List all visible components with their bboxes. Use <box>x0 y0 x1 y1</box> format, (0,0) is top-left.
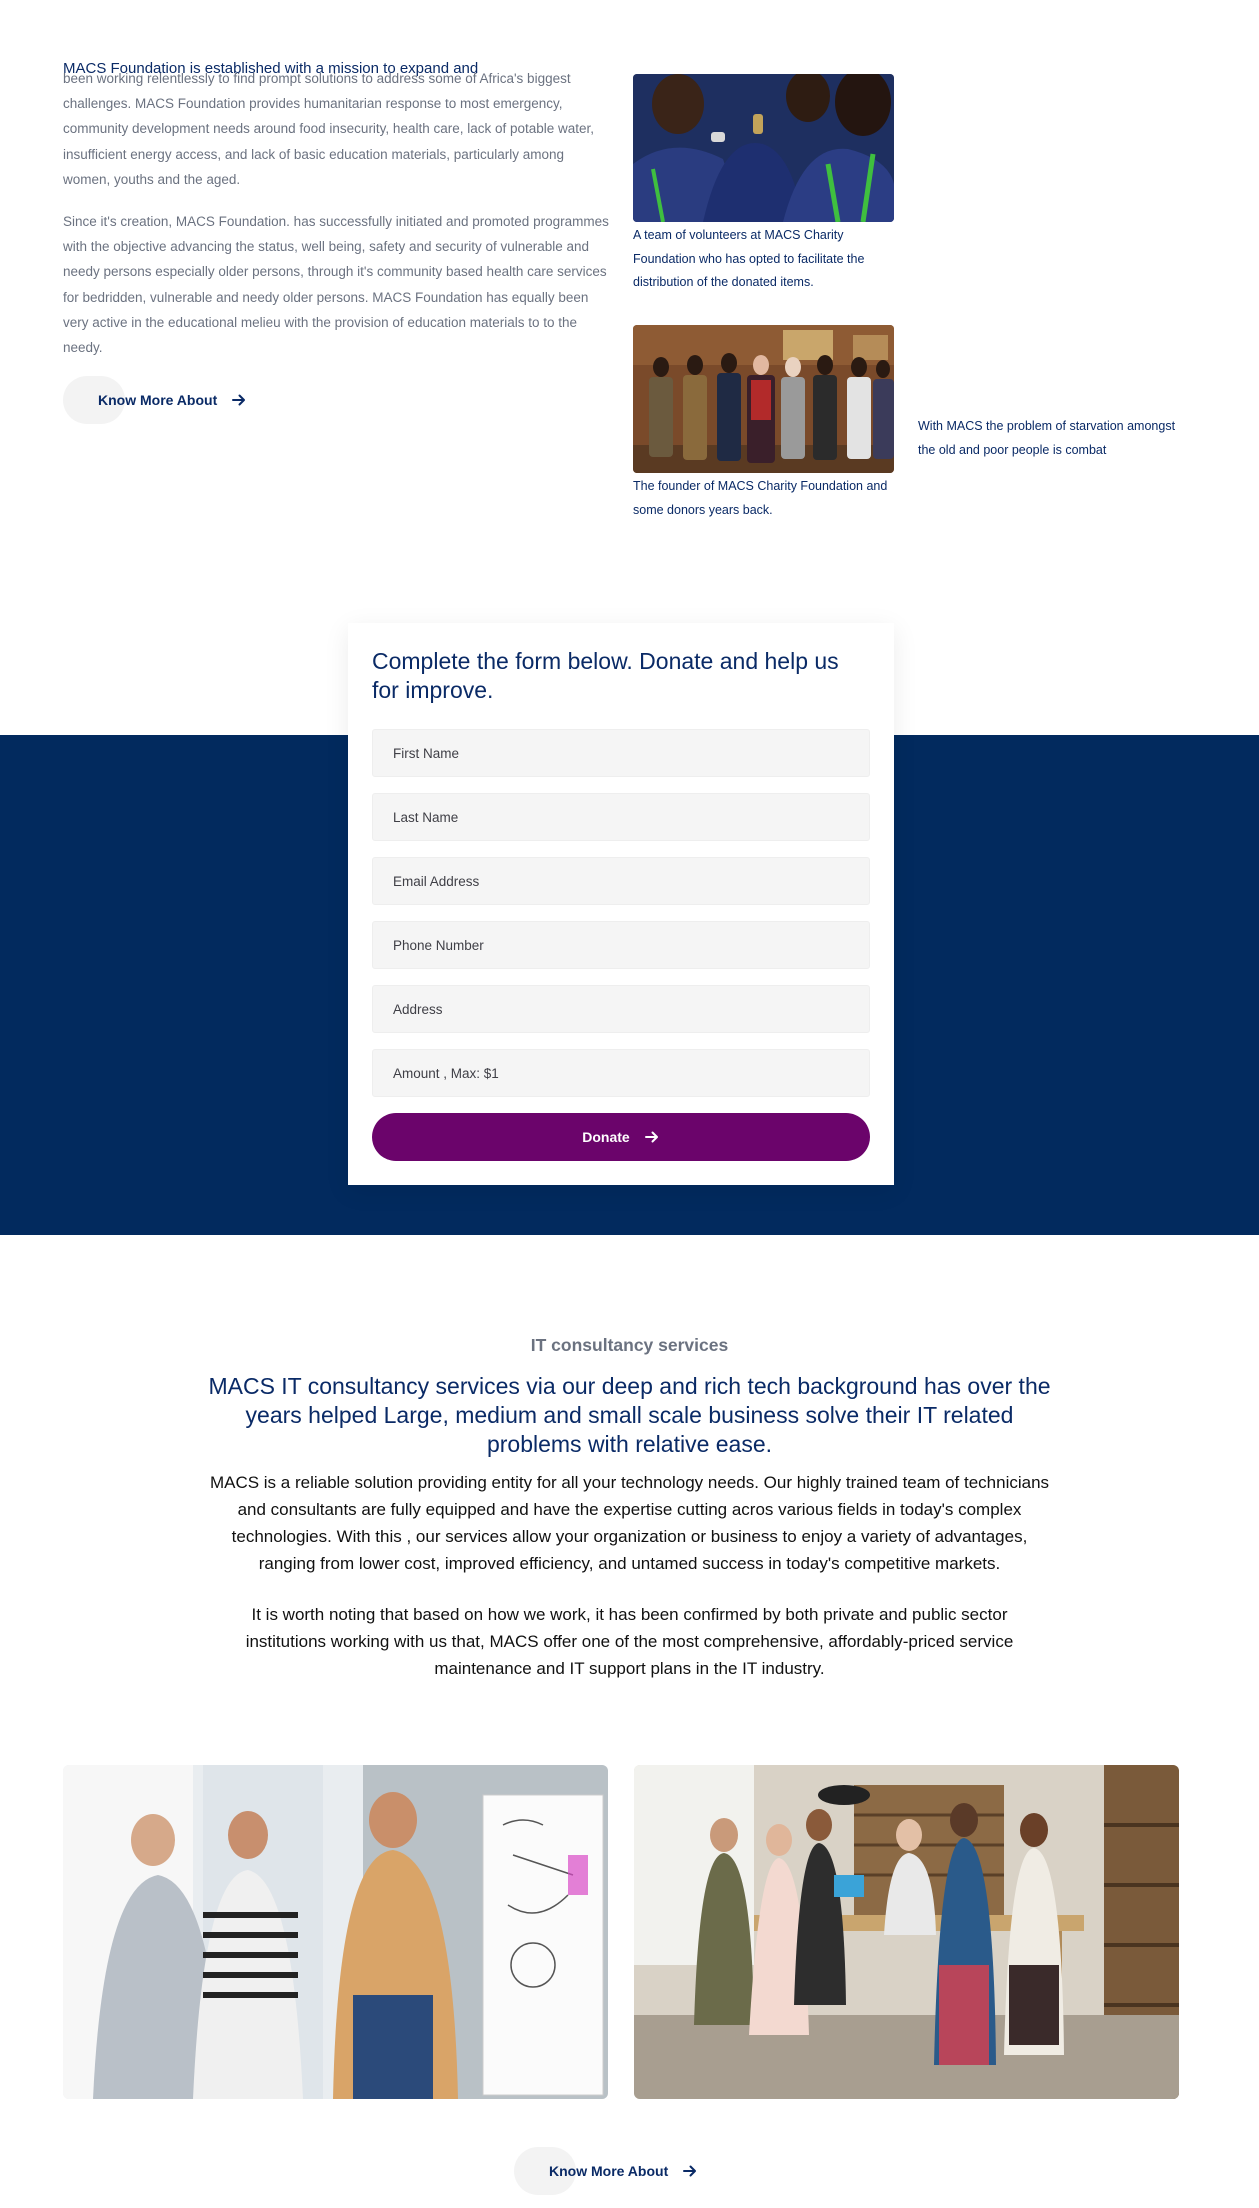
about-heading: MACS Foundation is established with a mi… <box>63 60 479 77</box>
donate-button[interactable]: Donate <box>372 1113 870 1161</box>
about-paragraph-2: Since it's creation, MACS Foundation. ha… <box>63 214 609 356</box>
it-paragraph-2: It is worth noting that based on how we … <box>245 1605 1014 1678</box>
amount-input[interactable] <box>372 1049 870 1097</box>
email-input[interactable] <box>372 857 870 905</box>
founder-photo <box>633 325 894 473</box>
starvation-note: With MACS the problem of starvation amon… <box>918 419 1176 457</box>
team-meeting-photo <box>63 1765 608 2099</box>
founder-photo-card: The founder of MACS Charity Foundation a… <box>633 325 894 522</box>
it-section-kicker: IT consultancy services <box>530 1335 729 1355</box>
about-paragraph-1: been working relentlessly to find prompt… <box>63 71 595 187</box>
about-text-column: MACS Foundation is established with a mi… <box>63 60 613 360</box>
volunteers-photo-card: A team of volunteers at MACS Charity Fou… <box>633 74 894 295</box>
it-know-more-label: Know More About <box>549 2163 669 2179</box>
it-section-heading: MACS IT consultancy services via our dee… <box>208 1373 1051 1457</box>
phone-input[interactable] <box>372 921 870 969</box>
it-know-more-button[interactable]: Know More About <box>514 2147 698 2195</box>
it-paragraph-1: MACS is a reliable solution providing en… <box>209 1473 1050 1573</box>
office-team-photo <box>634 1765 1179 2099</box>
donate-form-title: Complete the form below. Donate and help… <box>372 648 839 703</box>
know-more-button[interactable]: Know More About <box>63 376 247 424</box>
address-input[interactable] <box>372 985 870 1033</box>
know-more-label: Know More About <box>98 392 218 408</box>
arrow-right-icon <box>232 394 246 406</box>
arrow-right-icon <box>683 2165 697 2177</box>
first-name-input[interactable] <box>372 729 870 777</box>
volunteers-photo-caption: A team of volunteers at MACS Charity Fou… <box>633 228 865 289</box>
volunteers-photo <box>633 74 894 222</box>
donate-button-label: Donate <box>582 1129 630 1145</box>
arrow-right-icon <box>644 1131 658 1143</box>
it-consultancy-section: IT consultancy services MACS IT consulta… <box>0 1330 1259 1682</box>
last-name-input[interactable] <box>372 793 870 841</box>
founder-photo-caption: The founder of MACS Charity Foundation a… <box>633 479 888 517</box>
donate-form: Complete the form below. Donate and help… <box>348 623 894 1185</box>
